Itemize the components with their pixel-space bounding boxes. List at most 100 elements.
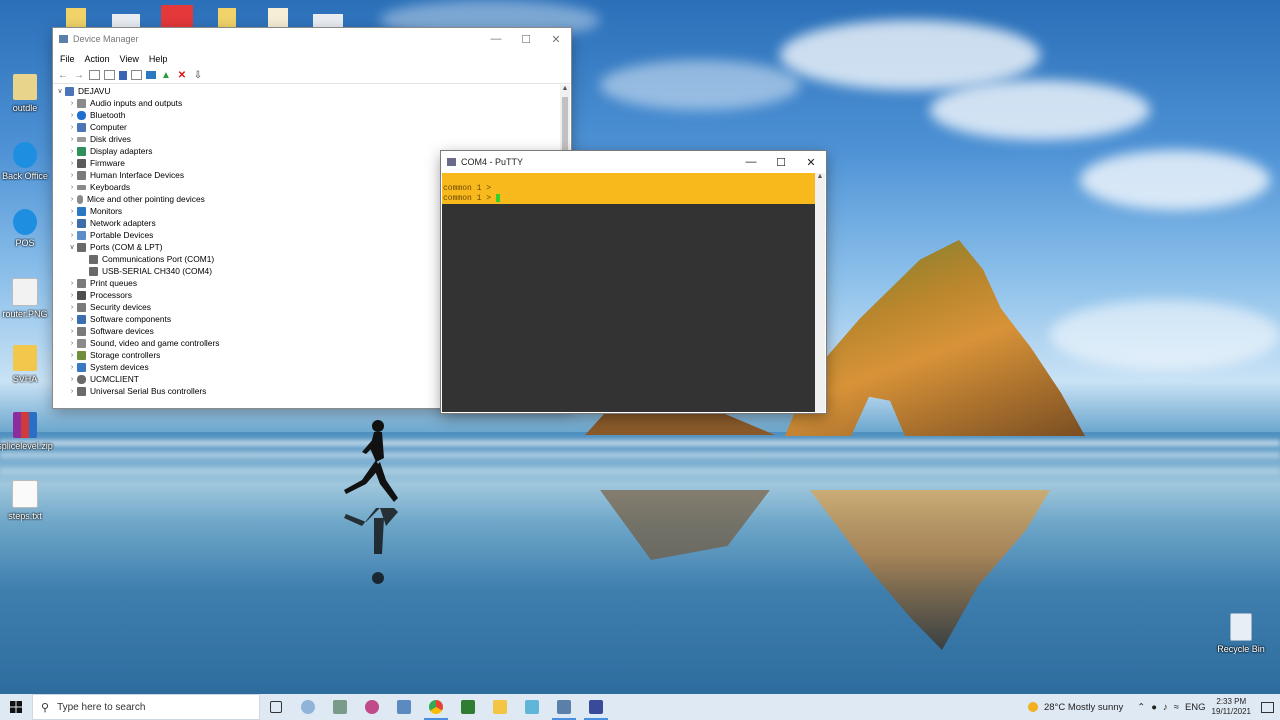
back-arrow-icon[interactable]: ← xyxy=(57,70,69,81)
chevron-right-icon[interactable]: › xyxy=(67,172,77,179)
tree-item-computer[interactable]: › Computer xyxy=(55,121,559,133)
menu-action[interactable]: Action xyxy=(80,54,115,64)
tree-item-bluetooth[interactable]: › Bluetooth xyxy=(55,109,559,121)
microphone-icon[interactable]: ● xyxy=(1151,702,1157,713)
runner-reflection xyxy=(344,508,398,584)
taskbar-app-2[interactable] xyxy=(324,694,356,720)
menu-file[interactable]: File xyxy=(55,54,80,64)
taskbar-app-1[interactable] xyxy=(292,694,324,720)
uninstall-device-x-icon[interactable]: ✕ xyxy=(176,70,188,81)
start-button[interactable] xyxy=(0,694,32,720)
help-icon[interactable] xyxy=(119,70,127,80)
update-view-icon[interactable] xyxy=(104,70,115,80)
taskbar-chrome[interactable] xyxy=(420,694,452,720)
terminal-scrollbar[interactable]: ▲ xyxy=(815,173,825,412)
task-view-button[interactable] xyxy=(260,694,292,720)
chevron-right-icon[interactable]: › xyxy=(67,388,77,395)
desktop-icon-svha[interactable]: SVHA xyxy=(0,345,55,384)
wifi-icon[interactable]: ≈ xyxy=(1174,702,1179,713)
desktop-icon-outdle[interactable]: outdle xyxy=(0,74,55,113)
language-indicator[interactable]: ENG xyxy=(1185,702,1206,713)
app-icon[interactable] xyxy=(161,5,193,29)
weather-text[interactable]: 28°C Mostly sunny xyxy=(1044,702,1123,713)
chevron-right-icon[interactable]: › xyxy=(67,160,77,167)
maximize-button[interactable]: ☐ xyxy=(766,151,796,173)
taskbar-search-box[interactable]: ⚲ Type here to search xyxy=(32,694,260,720)
chevron-right-icon[interactable]: › xyxy=(67,352,77,359)
scrollbar-thumb[interactable] xyxy=(562,97,568,157)
chevron-right-icon[interactable]: › xyxy=(67,148,77,155)
desktop-icon-splicelevel-zip[interactable]: splicelevel.zip xyxy=(0,412,55,451)
chevron-right-icon[interactable]: › xyxy=(67,220,77,227)
chevron-down-icon[interactable]: ∨ xyxy=(67,243,77,251)
chevron-right-icon[interactable]: › xyxy=(67,280,77,287)
scroll-up-arrow-icon[interactable]: ▲ xyxy=(815,173,825,180)
mouse-icon xyxy=(77,194,83,204)
chevron-right-icon[interactable]: › xyxy=(67,136,77,143)
chevron-right-icon[interactable]: › xyxy=(67,196,77,203)
chevron-right-icon[interactable]: › xyxy=(67,184,77,191)
menu-view[interactable]: View xyxy=(115,54,144,64)
app-icon xyxy=(301,700,315,714)
resources-icon[interactable] xyxy=(131,70,142,80)
desktop-icon-pos[interactable]: POS xyxy=(0,209,55,248)
file-icon[interactable] xyxy=(218,8,236,28)
tree-root[interactable]: ∨ DEJAVU xyxy=(55,85,559,97)
minimize-button[interactable]: — xyxy=(736,151,766,173)
chevron-right-icon[interactable]: › xyxy=(67,232,77,239)
chevron-down-icon[interactable]: ∨ xyxy=(55,87,65,95)
file-icon[interactable] xyxy=(112,14,140,28)
taskbar-file-explorer[interactable] xyxy=(484,694,516,720)
folder-icon[interactable] xyxy=(66,8,86,28)
device-manager-icon xyxy=(557,700,571,714)
chevron-right-icon[interactable]: › xyxy=(67,112,77,119)
notification-icon[interactable] xyxy=(1261,701,1274,713)
scan-hardware-monitor-icon[interactable] xyxy=(146,71,156,79)
device-manager-titlebar[interactable]: Device Manager — ☐ ✕ xyxy=(53,28,571,50)
chevron-right-icon[interactable]: › xyxy=(67,376,77,383)
minimize-button[interactable]: — xyxy=(481,28,511,50)
desktop-icon-recycle-bin[interactable]: Recycle Bin xyxy=(1211,613,1271,654)
terminal-area[interactable]: common 1 > common 1 > xyxy=(442,173,815,412)
taskbar-app-3[interactable] xyxy=(356,694,388,720)
chevron-right-icon[interactable]: › xyxy=(67,100,77,107)
scroll-up-arrow-icon[interactable]: ▲ xyxy=(560,85,570,92)
menu-help[interactable]: Help xyxy=(144,54,173,64)
forward-arrow-icon[interactable]: → xyxy=(73,70,85,81)
taskbar-app-4[interactable] xyxy=(388,694,420,720)
chevron-right-icon[interactable]: › xyxy=(67,292,77,299)
text-file-icon xyxy=(12,480,38,508)
chevron-up-icon[interactable]: ⌃ xyxy=(1137,702,1145,713)
desktop-icon-steps-txt[interactable]: steps.txt xyxy=(0,480,55,521)
taskbar-device-manager[interactable] xyxy=(548,694,580,720)
update-driver-icon[interactable]: ▲ xyxy=(160,70,172,81)
properties-sheet-icon[interactable] xyxy=(89,70,100,80)
file-icon[interactable] xyxy=(313,14,343,28)
download-arrow-icon[interactable]: ⇩ xyxy=(192,70,204,81)
volume-icon[interactable]: ♪ xyxy=(1163,702,1168,713)
chevron-right-icon[interactable]: › xyxy=(67,208,77,215)
terminal-prompt-line: common 1 > xyxy=(442,194,815,204)
file-icon[interactable] xyxy=(268,8,288,28)
taskbar-putty[interactable] xyxy=(580,694,612,720)
chevron-right-icon[interactable]: › xyxy=(67,316,77,323)
software-component-icon xyxy=(77,314,86,324)
putty-titlebar[interactable]: COM4 - PuTTY — ☐ ✕ xyxy=(441,151,826,173)
close-button[interactable]: ✕ xyxy=(796,151,826,173)
clock[interactable]: 2:33 PM 19/11/2021 xyxy=(1212,697,1251,717)
tree-item-audio[interactable]: › Audio inputs and outputs xyxy=(55,97,559,109)
tree-item-disk-drives[interactable]: › Disk drives xyxy=(55,133,559,145)
chevron-right-icon[interactable]: › xyxy=(67,364,77,371)
chevron-right-icon[interactable]: › xyxy=(67,124,77,131)
app-icon xyxy=(333,700,347,714)
chevron-right-icon[interactable]: › xyxy=(67,304,77,311)
maximize-button[interactable]: ☐ xyxy=(511,28,541,50)
chevron-right-icon[interactable]: › xyxy=(67,328,77,335)
taskbar-app-6[interactable] xyxy=(452,694,484,720)
chrome-icon xyxy=(429,700,443,714)
desktop-icon-router-png[interactable]: router.PNG xyxy=(0,278,55,319)
close-button[interactable]: ✕ xyxy=(541,28,571,50)
chevron-right-icon[interactable]: › xyxy=(67,340,77,347)
taskbar-app-8[interactable] xyxy=(516,694,548,720)
desktop-icon-back-office[interactable]: Back Office xyxy=(0,142,55,181)
